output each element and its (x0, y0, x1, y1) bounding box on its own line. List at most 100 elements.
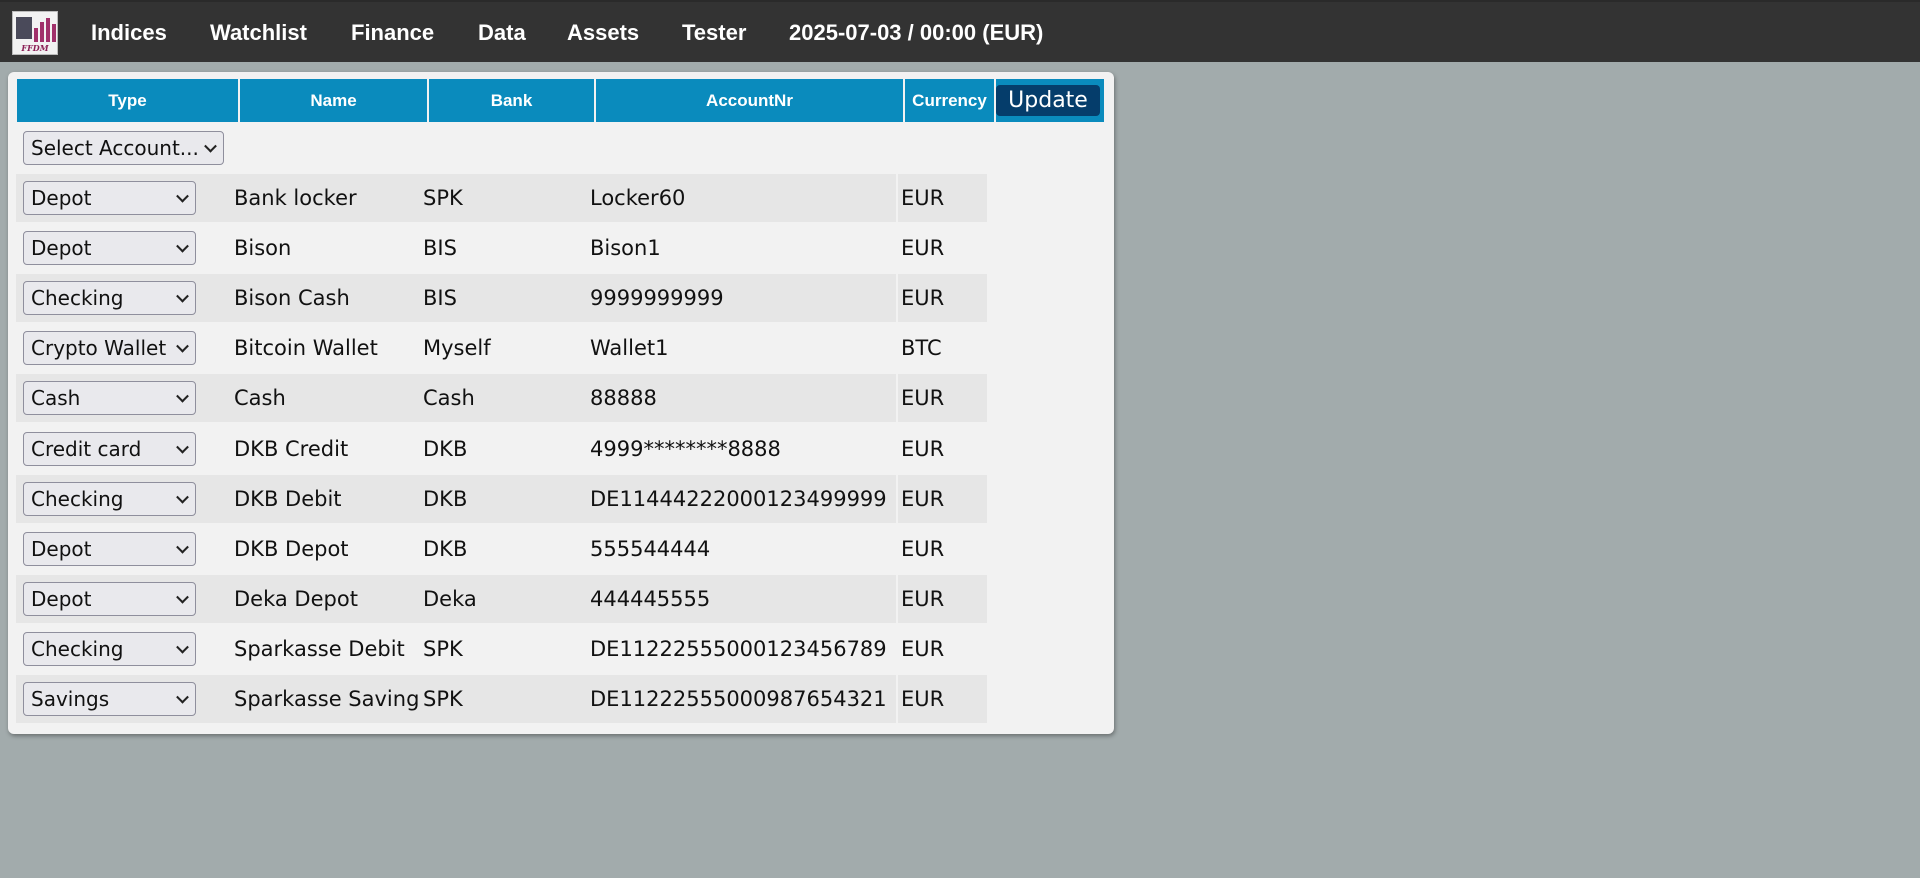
cell-bank: BIS (423, 236, 457, 260)
account-type-select[interactable]: Depot (23, 181, 196, 215)
account-type-value: Depot (31, 537, 92, 561)
cell-account-nr: 9999999999 (587, 274, 896, 322)
cell-bank: SPK (420, 174, 587, 222)
header-name: Name (240, 79, 427, 122)
cell-account-nr: DE11222555000123456789 (590, 637, 887, 661)
date-status: 2025-07-03 / 00:00 (EUR) (789, 20, 1044, 45)
cell-currency: EUR (898, 174, 987, 222)
cell-name: Sparkasse Saving (231, 675, 420, 723)
cell-name: Sparkasse Debit (234, 637, 405, 661)
cell-bank: SPK (420, 675, 587, 723)
nav-tester[interactable]: Tester (682, 2, 746, 64)
account-type-select[interactable]: Checking (23, 482, 196, 516)
cell-currency: EUR (901, 437, 945, 461)
cell-bank: DKB (420, 475, 587, 523)
header-account-nr: AccountNr (596, 79, 903, 122)
cell-bank: DKB (423, 537, 468, 561)
ffdm-logo[interactable]: FFDM (12, 11, 58, 55)
cell-currency: EUR (898, 675, 987, 723)
cell-account-nr: 4999********8888 (590, 437, 781, 461)
account-type-select[interactable]: Depot (23, 582, 196, 616)
logo-text: FFDM (21, 43, 49, 53)
account-type-select[interactable]: Checking (23, 632, 196, 666)
chevron-down-icon (176, 239, 189, 253)
account-type-select[interactable]: Savings (23, 682, 196, 716)
cell-bank: SPK (423, 637, 463, 661)
cell-currency: EUR (901, 637, 945, 661)
account-type-value: Crypto Wallet (31, 336, 167, 360)
account-type-value: Checking (31, 286, 124, 310)
account-type-select[interactable]: Crypto Wallet (23, 331, 196, 365)
chevron-down-icon (176, 389, 189, 403)
account-type-value: Depot (31, 236, 92, 260)
logo-screen-graphic (16, 17, 32, 39)
nav-finance[interactable]: Finance (351, 2, 434, 64)
header-bank: Bank (429, 79, 594, 122)
chevron-down-icon (176, 490, 189, 504)
cell-name: DKB Depot (234, 537, 349, 561)
cell-account-nr: Bison1 (590, 236, 661, 260)
cell-name: Deka Depot (231, 575, 420, 623)
nav-data[interactable]: Data (478, 2, 526, 64)
account-type-value: Depot (31, 587, 92, 611)
cell-name: DKB Debit (231, 475, 420, 523)
cell-name: Bison Cash (231, 274, 420, 322)
account-type-value: Credit card (31, 437, 142, 461)
cell-account-nr: 88888 (587, 374, 896, 422)
cell-account-nr: Locker60 (587, 174, 896, 222)
cell-account-nr: 444445555 (587, 575, 896, 623)
account-type-value: Checking (31, 487, 124, 511)
cell-currency: EUR (898, 274, 987, 322)
cell-currency: EUR (898, 374, 987, 422)
cell-name: Bank locker (231, 174, 420, 222)
chevron-down-icon (176, 540, 189, 554)
account-type-value: Cash (31, 386, 81, 410)
cell-currency: BTC (901, 336, 942, 360)
chevron-down-icon (176, 590, 189, 604)
update-button[interactable]: Update (996, 85, 1100, 116)
account-type-select[interactable]: Credit card (23, 432, 196, 466)
cell-account-nr: DE11222555000987654321 (587, 675, 896, 723)
accounts-panel: Type Name Bank AccountNr Currency Update… (8, 72, 1114, 734)
cell-account-nr: DE11444222000123499999 (587, 475, 896, 523)
cell-name: Bison (234, 236, 292, 260)
chevron-down-icon (176, 339, 189, 353)
cell-bank: Cash (420, 374, 587, 422)
nav-indices[interactable]: Indices (91, 2, 167, 64)
select-account-label: Select Account... (31, 136, 199, 160)
account-type-value: Depot (31, 186, 92, 210)
account-type-value: Checking (31, 637, 124, 661)
nav-watchlist[interactable]: Watchlist (210, 2, 307, 64)
nav-assets[interactable]: Assets (567, 2, 639, 64)
account-type-value: Savings (31, 687, 110, 711)
account-type-select[interactable]: Checking (23, 281, 196, 315)
select-account-dropdown[interactable]: Select Account... (23, 131, 224, 165)
chevron-down-icon (176, 640, 189, 654)
chevron-down-icon (176, 440, 189, 454)
cell-currency: EUR (901, 236, 945, 260)
cell-name: DKB Credit (234, 437, 349, 461)
cell-account-nr: Wallet1 (590, 336, 669, 360)
cell-bank: Deka (420, 575, 587, 623)
chevron-down-icon (176, 690, 189, 704)
logo-bar-graphic (34, 28, 38, 42)
account-type-select[interactable]: Depot (23, 532, 196, 566)
logo-bar-graphic (46, 18, 50, 42)
top-navigation-bar: FFDM Indices Watchlist Finance Data Asse… (0, 0, 1920, 62)
cell-currency: EUR (901, 537, 945, 561)
chevron-down-icon (204, 139, 217, 153)
chevron-down-icon (176, 289, 189, 303)
logo-bar-graphic (40, 22, 44, 42)
header-type: Type (17, 79, 238, 122)
account-type-select[interactable]: Depot (23, 231, 196, 265)
cell-currency: EUR (898, 575, 987, 623)
header-currency: Currency (905, 79, 994, 122)
cell-account-nr: 555544444 (590, 537, 711, 561)
cell-bank: DKB (423, 437, 468, 461)
cell-name: Cash (231, 374, 420, 422)
logo-bar-graphic (52, 24, 56, 42)
cell-bank: BIS (420, 274, 587, 322)
cell-bank: Myself (423, 336, 491, 360)
cell-currency: EUR (898, 475, 987, 523)
account-type-select[interactable]: Cash (23, 381, 196, 415)
